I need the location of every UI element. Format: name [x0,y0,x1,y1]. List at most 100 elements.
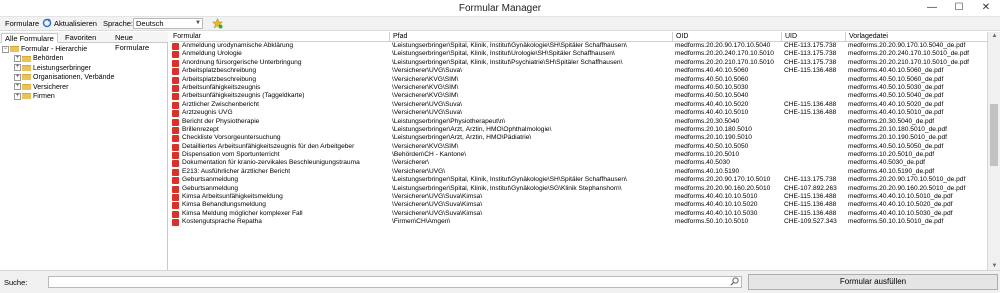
sprache-select[interactable]: Deutsch ▼ [133,18,203,29]
column-header-vorlagedatei[interactable]: Vorlagedatei [846,32,987,42]
tab-alle-formulare[interactable]: Alle Formulare [1,33,58,43]
add-favorite-icon[interactable] [211,17,224,30]
table-row[interactable]: Dispensation vom Sportunterricht \Behörde… [170,151,987,160]
table-row[interactable]: Detailliertes Arbeitsunfähigkeitszeugnis… [170,143,987,151]
cell-pfad-text: \Leistungserbringer\Arzt, Ärztin, HMO\Pä… [392,134,532,142]
cell-formular-text: Arbeitsunfähigkeitszeugnis [182,83,261,91]
cell-uid-text: CHE-113.175.738 [784,176,837,184]
search-icon[interactable] [728,277,740,287]
cell-uid-text: CHE-109.527.343 [784,218,837,226]
cell-pfad: \Versicherer\UVG\ [390,168,673,176]
tree-root[interactable]: − Formular - Hierarchie [2,45,166,54]
refresh-icon[interactable] [42,18,52,30]
cell-oid-text: medforms.40.50.10.5030 [675,83,749,91]
tree-item-leistungserbringer[interactable]: + Leistungserbringer [2,64,166,73]
table-row[interactable]: Arbeitsplatzbeschreibung \Versicherer\KVG… [170,76,987,84]
cell-oid: medforms.20.20.240.170.10.5010 [673,50,782,58]
column-header-oid[interactable]: OID [673,32,782,42]
maximize-button[interactable]: ☐ [945,0,973,16]
cell-pfad: \Versicherer\UVG\Suva\ [390,109,673,117]
vertical-scrollbar[interactable]: ▲ ▼ [987,32,1000,270]
cell-uid: CHE-115.136.488 [782,193,846,201]
table-row[interactable]: Arztzeugnis UVG \Versicherer\UVG\Suva\ med… [170,109,987,118]
tab-neue-formulare[interactable]: Neue Formulare [112,33,168,52]
expand-icon[interactable]: + [14,64,21,72]
table-row[interactable]: Arbeitsunfähigkeitszeugnis (Taggeldkarte… [170,92,987,101]
pdf-icon [172,219,179,227]
table-row[interactable]: Anordnung fürsorgerische Unterbringung \L… [170,59,987,67]
cell-pfad: \Leistungserbringer\Spital, Klinik, Inst… [390,176,673,184]
cell-uid: CHE-113.175.738 [782,59,846,67]
cell-formular-text: Arztzeugnis UVG [182,109,233,117]
cell-formular-text: Dispensation vom Sportunterricht [182,151,280,159]
table-row[interactable]: Dokumentation für kranio-zervikales Besc… [170,159,987,168]
close-button[interactable]: ✕ [972,0,1000,16]
cell-oid: medforms.40.50.10.5060 [673,76,782,84]
scrollbar-thumb[interactable] [990,104,998,166]
minimize-button[interactable]: — [918,0,946,16]
table-row[interactable]: Geburtsanmeldung \Leistungserbringer\Spit… [170,176,987,185]
tree-item-versicherer[interactable]: + Versicherer [2,83,166,92]
tab-favoriten[interactable]: Favoriten [62,33,99,43]
table-row[interactable]: Brillenrezept \Leistungserbringer\Arzt, Ä… [170,126,987,134]
table-row[interactable]: Kimsa Arbeitsunfähigkeitsmeldung \Versich… [170,193,987,202]
cell-formular: Checkliste Vorsorgeuntersuchung [170,134,390,143]
cell-oid-text: medforms.40.50.10.5050 [675,142,749,150]
cell-formular-text: Arbeitsplatzbeschreibung [182,75,257,83]
column-header-uid[interactable]: UID [782,32,846,42]
column-header-formular[interactable]: Formular [170,32,390,42]
table-row[interactable]: Bericht der Physiotherapie \Leistungserbr… [170,118,987,126]
table-row[interactable]: Checkliste Vorsorgeuntersuchung \Leistung… [170,134,987,143]
pdf-icon [172,160,179,168]
scroll-down-icon[interactable]: ▼ [988,263,1000,269]
cell-oid: medforms.40.5030 [673,159,782,167]
cell-formular-text: Arbeitsplatzbeschreibung [182,67,257,75]
scroll-up-icon[interactable]: ▲ [988,33,1000,39]
tree-item-firmen[interactable]: + Firmen [2,92,166,101]
cell-pfad-text: \Behörden\CH - Kantone\ [392,151,467,159]
formular-ausfuellen-button[interactable]: Formular ausfüllen [748,274,998,290]
search-input[interactable] [48,276,742,288]
pdf-icon [172,143,179,151]
cell-vorlagedatei: medforms.40.40.10.5010_de.pdf [846,109,987,117]
expand-icon[interactable]: + [14,83,21,91]
pdf-icon [172,126,179,134]
cell-pfad-text: \Versicherer\ [392,159,430,167]
cell-formular-text: Kimsa Behandlungsmeldung [182,201,266,209]
table-row[interactable]: Kostengutsprache Repatha \Firmen\CH\Amgen… [170,218,987,227]
tree-item-behoerden[interactable]: + Behörden [2,54,166,63]
table-row[interactable]: E213: Ausführlicher ärztlicher Bericht \V… [170,168,987,176]
table-row[interactable]: Arbeitsplatzbeschreibung \Versicherer\UVG… [170,67,987,76]
cell-oid: medforms.20.20.210.170.10.5010 [673,59,782,67]
table-row[interactable]: Arbeitsunfähigkeitszeugnis \Versicherer\K… [170,84,987,92]
cell-uid-text: CHE-115.136.488 [784,209,837,217]
expand-icon[interactable]: + [14,92,21,100]
sprache-label: Sprache: [103,19,134,28]
tree-item-organisationen[interactable]: + Organisationen, Verbände [2,73,166,82]
cell-pfad: \Leistungserbringer\Spital, Klinik, Inst… [390,50,673,58]
table-row[interactable]: Anmeldung Urologie \Leistungserbringer\Sp… [170,50,987,59]
pdf-icon [172,210,179,218]
refresh-button[interactable]: Aktualisieren [54,18,97,30]
expand-icon[interactable]: + [14,55,21,63]
cell-oid-text: medforms.40.50.10.5060 [675,75,749,83]
cell-formular-text: Geburtsanmeldung [182,184,239,192]
table-row[interactable]: Anmeldung urodynamische Abklärung \Leistu… [170,42,987,50]
formulare-menu[interactable]: Formulare [5,18,39,30]
table-row[interactable]: Kimsa Behandlungsmeldung \Versicherer\UVG… [170,201,987,210]
tree-item-label: Leistungserbringer [33,64,91,72]
table-row[interactable]: Geburtsanmeldung \Leistungserbringer\Spit… [170,185,987,193]
cell-oid: medforms.40.40.10.5020 [673,101,782,109]
table-row[interactable]: Kimsa Meldung möglicher komplexer Fall \V… [170,210,987,218]
collapse-icon[interactable]: − [2,45,9,53]
tab-strip: Alle Formulare Favoriten Neue Formulare [0,32,168,52]
folder-icon [10,46,19,53]
cell-formular: Kimsa Meldung möglicher komplexer Fall [170,210,390,218]
cell-oid: medforms.40.50.10.5040 [673,92,782,100]
cell-pfad-text: \Versicherer\UVG\Suva\Kimsa\ [392,201,483,209]
expand-icon[interactable]: + [14,73,21,81]
cell-vorlagedatei-text: medforms.40.40.10.5060_de.pdf [848,67,944,75]
table-row[interactable]: Ärztlicher Zwischenbericht \Versicherer\U… [170,101,987,109]
cell-pfad: \Leistungserbringer\Spital, Klinik, Inst… [390,59,673,67]
column-header-pfad[interactable]: Pfad [390,32,673,42]
